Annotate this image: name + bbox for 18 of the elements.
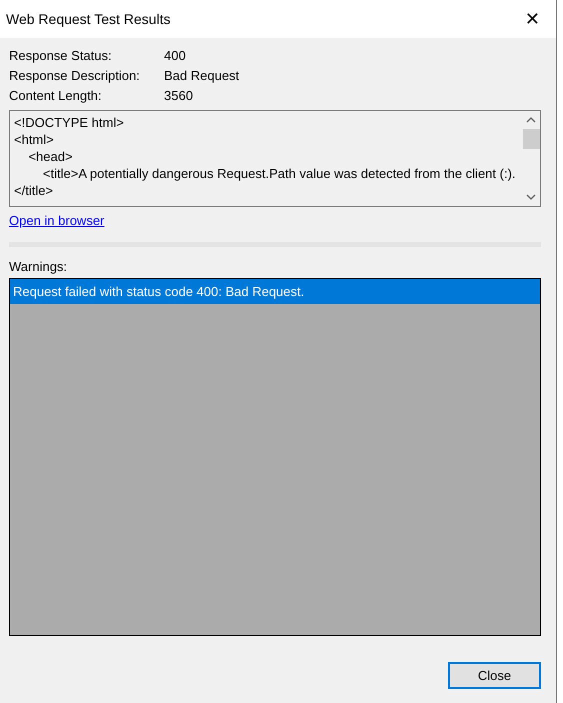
scroll-up-icon[interactable]: [526, 117, 536, 123]
window-title: Web Request Test Results: [6, 11, 170, 27]
response-text-area[interactable]: <!DOCTYPE html> <html> <head> <title>A potentially dangerous Request.Path value was detected from the client (:).</title>: [9, 110, 541, 207]
field-value: 3560: [164, 88, 194, 104]
warnings-list[interactable]: Request failed with status code 400: Bad Request.: [9, 278, 541, 636]
warnings-label: Warnings:: [9, 259, 68, 275]
close-dialog-button[interactable]: Close: [448, 662, 541, 689]
warning-item[interactable]: Request failed with status code 400: Bad Request.: [10, 279, 540, 304]
field-value: 400: [164, 48, 187, 64]
open-in-browser-link[interactable]: Open in browser: [9, 213, 104, 228]
field-label: Response Status:: [9, 48, 113, 64]
field-label: Content Length:: [9, 88, 103, 104]
field-value: Bad Request: [164, 68, 240, 84]
close-button[interactable]: ✕: [520, 8, 544, 30]
scroll-thumb[interactable]: [522, 129, 540, 149]
scroll-down-icon[interactable]: [526, 194, 536, 200]
field-label: Response Description:: [9, 68, 141, 84]
response-body-text: <!DOCTYPE html> <html> <head> <title>A potentially dangerous Request.Path value was detected from the client (:).</title>: [13, 114, 517, 200]
